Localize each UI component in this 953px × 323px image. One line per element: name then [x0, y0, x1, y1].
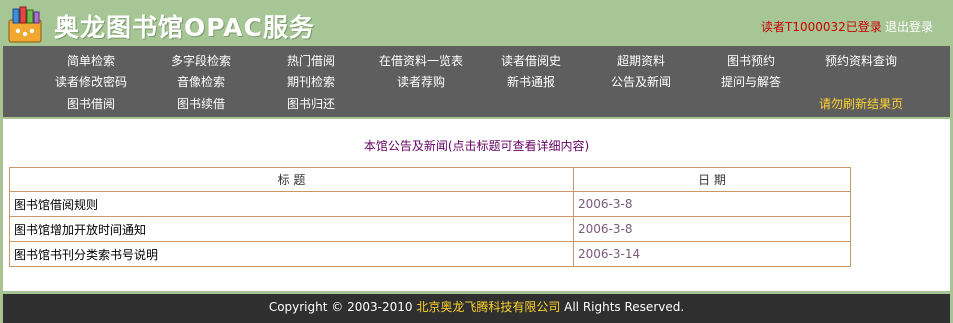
nav-multi-field-search[interactable]: 多字段检索	[146, 52, 256, 69]
nav-media-search[interactable]: 音像检索	[146, 73, 256, 90]
announcement-title-link[interactable]: 图书馆增加开放时间通知	[9, 216, 574, 242]
table-row: 图书馆借阅规则 2006-3-8	[9, 191, 851, 217]
nav-reservation-query[interactable]: 预约资料查询	[806, 52, 916, 69]
nav-book-renew[interactable]: 图书续借	[146, 95, 256, 112]
site-title: 奥龙图书馆OPAC服务	[54, 13, 315, 42]
announcement-date: 2006-3-14	[573, 241, 851, 267]
nav-on-loan-list[interactable]: 在借资料一览表	[366, 52, 476, 69]
column-header-title: 标 题	[9, 167, 574, 192]
main-nav: 简单检索 多字段检索 热门借阅 在借资料一览表 读者借阅史 超期资料 图书预约 …	[3, 46, 950, 117]
nav-announcements[interactable]: 公告及新闻	[586, 73, 696, 90]
main-content: 本馆公告及新闻(点击标题可查看详细内容) 标 题 日 期 图书馆借阅规则 200…	[3, 119, 950, 291]
nav-book-return[interactable]: 图书归还	[256, 95, 366, 112]
table-row: 图书馆书刊分类索书号说明 2006-3-14	[9, 241, 851, 267]
books-stack-icon	[8, 6, 42, 43]
nav-book-borrow[interactable]: 图书借阅	[36, 95, 146, 112]
company-link[interactable]: 北京奥龙飞腾科技有限公司	[416, 300, 560, 314]
page-footer: Copyright © 2003-2010 北京奥龙飞腾科技有限公司 All R…	[3, 294, 950, 323]
announcements-table: 标 题 日 期 图书馆借阅规则 2006-3-8 图书馆增加开放时间通知 200…	[9, 167, 851, 267]
nav-book-reservation[interactable]: 图书预约	[696, 52, 806, 69]
announcements-heading: 本馆公告及新闻(点击标题可查看详细内容)	[363, 139, 590, 153]
no-refresh-notice: 请勿刷新结果页	[818, 97, 903, 111]
nav-overdue[interactable]: 超期资料	[586, 52, 696, 69]
copyright-text: Copyright © 2003-2010	[268, 300, 417, 314]
announcement-title-link[interactable]: 图书馆借阅规则	[9, 191, 574, 217]
nav-reader-recommend[interactable]: 读者荐购	[366, 73, 476, 90]
nav-change-password[interactable]: 读者修改密码	[36, 73, 146, 90]
page-header: 奥龙图书馆OPAC服务 读者T1000032已登录 退出登录	[0, 0, 953, 46]
nav-qa[interactable]: 提问与解答	[696, 73, 806, 90]
announcement-title-link[interactable]: 图书馆书刊分类索书号说明	[9, 241, 574, 267]
nav-borrowing-history[interactable]: 读者借阅史	[476, 52, 586, 69]
nav-simple-search[interactable]: 简单检索	[36, 52, 146, 69]
announcement-date: 2006-3-8	[573, 191, 851, 217]
logout-link[interactable]: 退出登录	[885, 18, 933, 35]
nav-popular-borrowing[interactable]: 热门借阅	[256, 52, 366, 69]
rights-text: All Rights Reserved.	[560, 300, 685, 314]
table-row: 图书馆增加开放时间通知 2006-3-8	[9, 216, 851, 242]
table-header-row: 标 题 日 期	[9, 167, 851, 192]
column-header-date: 日 期	[573, 167, 851, 192]
announcement-date: 2006-3-8	[573, 216, 851, 242]
nav-new-books[interactable]: 新书通报	[476, 73, 586, 90]
nav-journal-search[interactable]: 期刊检索	[256, 73, 366, 90]
login-status: 读者T1000032已登录	[761, 20, 882, 34]
